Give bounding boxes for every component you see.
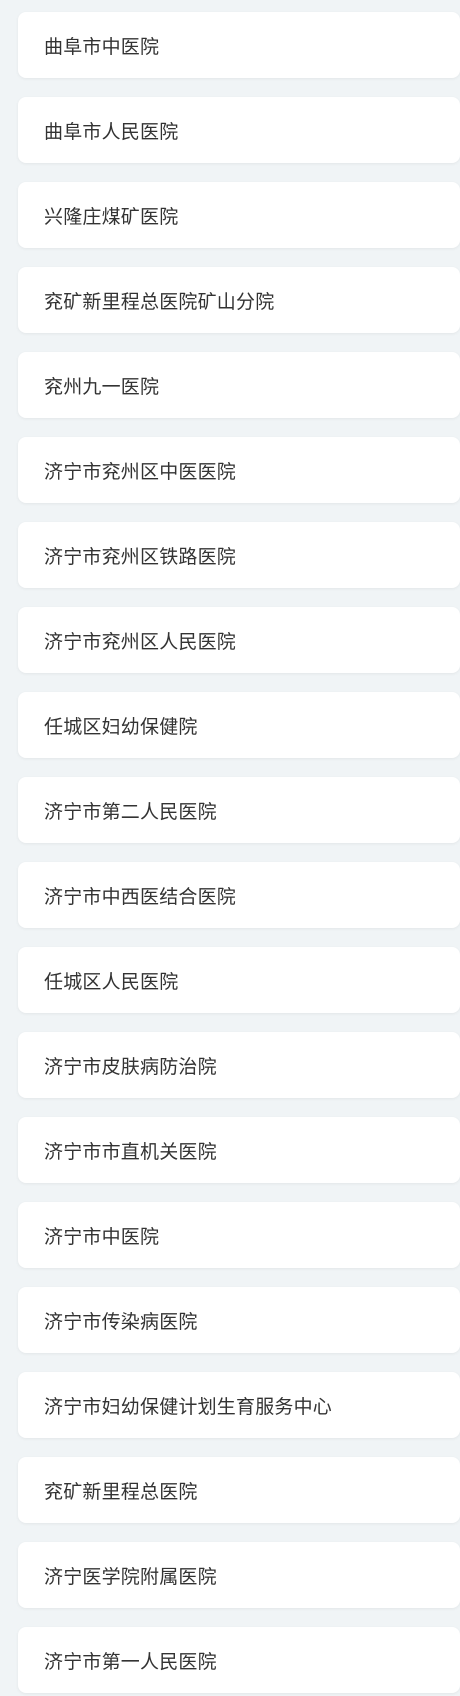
hospital-item[interactable]: 济宁市兖州区铁路医院 bbox=[18, 522, 460, 588]
hospital-name: 曲阜市人民医院 bbox=[44, 120, 179, 143]
hospital-item[interactable]: 兖矿新里程总医院 bbox=[18, 1457, 460, 1523]
hospital-item[interactable]: 任城区人民医院 bbox=[18, 947, 460, 1013]
hospital-name: 曲阜市中医院 bbox=[44, 35, 160, 58]
hospital-item[interactable]: 济宁市皮肤病防治院 bbox=[18, 1032, 460, 1098]
hospital-item[interactable]: 济宁市传染病医院 bbox=[18, 1287, 460, 1353]
hospital-name: 兖矿新里程总医院 bbox=[44, 1480, 198, 1503]
hospital-name: 济宁医学院附属医院 bbox=[44, 1565, 217, 1588]
hospital-item[interactable]: 济宁市中西医结合医院 bbox=[18, 862, 460, 928]
hospital-item[interactable]: 济宁市兖州区人民医院 bbox=[18, 607, 460, 673]
hospital-item[interactable]: 济宁市市直机关医院 bbox=[18, 1117, 460, 1183]
hospital-name: 济宁市兖州区铁路医院 bbox=[44, 545, 237, 568]
hospital-item[interactable]: 济宁市妇幼保健计划生育服务中心 bbox=[18, 1372, 460, 1438]
hospital-name: 兖矿新里程总医院矿山分院 bbox=[44, 290, 275, 313]
hospital-name: 济宁市皮肤病防治院 bbox=[44, 1055, 217, 1078]
hospital-name: 兖州九一医院 bbox=[44, 375, 160, 398]
hospital-name: 济宁市中西医结合医院 bbox=[44, 885, 237, 908]
hospital-name: 济宁市传染病医院 bbox=[44, 1310, 198, 1333]
hospital-item[interactable]: 济宁市第一人民医院 bbox=[18, 1627, 460, 1693]
hospital-item[interactable]: 济宁市中医院 bbox=[18, 1202, 460, 1268]
hospital-name: 济宁市市直机关医院 bbox=[44, 1140, 217, 1163]
hospital-item[interactable]: 兖矿新里程总医院矿山分院 bbox=[18, 267, 460, 333]
hospital-item[interactable]: 兴隆庄煤矿医院 bbox=[18, 182, 460, 248]
hospital-name: 济宁市第二人民医院 bbox=[44, 800, 217, 823]
hospital-name: 济宁市兖州区人民医院 bbox=[44, 630, 237, 653]
hospital-name: 济宁市第一人民医院 bbox=[44, 1650, 217, 1673]
hospital-item[interactable]: 曲阜市中医院 bbox=[18, 12, 460, 78]
hospital-name: 兴隆庄煤矿医院 bbox=[44, 205, 179, 228]
hospital-item[interactable]: 兖州九一医院 bbox=[18, 352, 460, 418]
hospital-item[interactable]: 济宁医学院附属医院 bbox=[18, 1542, 460, 1608]
hospital-name: 济宁市中医院 bbox=[44, 1225, 160, 1248]
hospital-item[interactable]: 曲阜市人民医院 bbox=[18, 97, 460, 163]
hospital-item[interactable]: 任城区妇幼保健院 bbox=[18, 692, 460, 758]
hospital-item[interactable]: 济宁市兖州区中医医院 bbox=[18, 437, 460, 503]
hospital-name: 任城区妇幼保健院 bbox=[44, 715, 198, 738]
hospital-name: 济宁市妇幼保健计划生育服务中心 bbox=[44, 1395, 333, 1418]
hospital-name: 任城区人民医院 bbox=[44, 970, 179, 993]
hospital-name: 济宁市兖州区中医医院 bbox=[44, 460, 237, 483]
hospital-item[interactable]: 济宁市第二人民医院 bbox=[18, 777, 460, 843]
